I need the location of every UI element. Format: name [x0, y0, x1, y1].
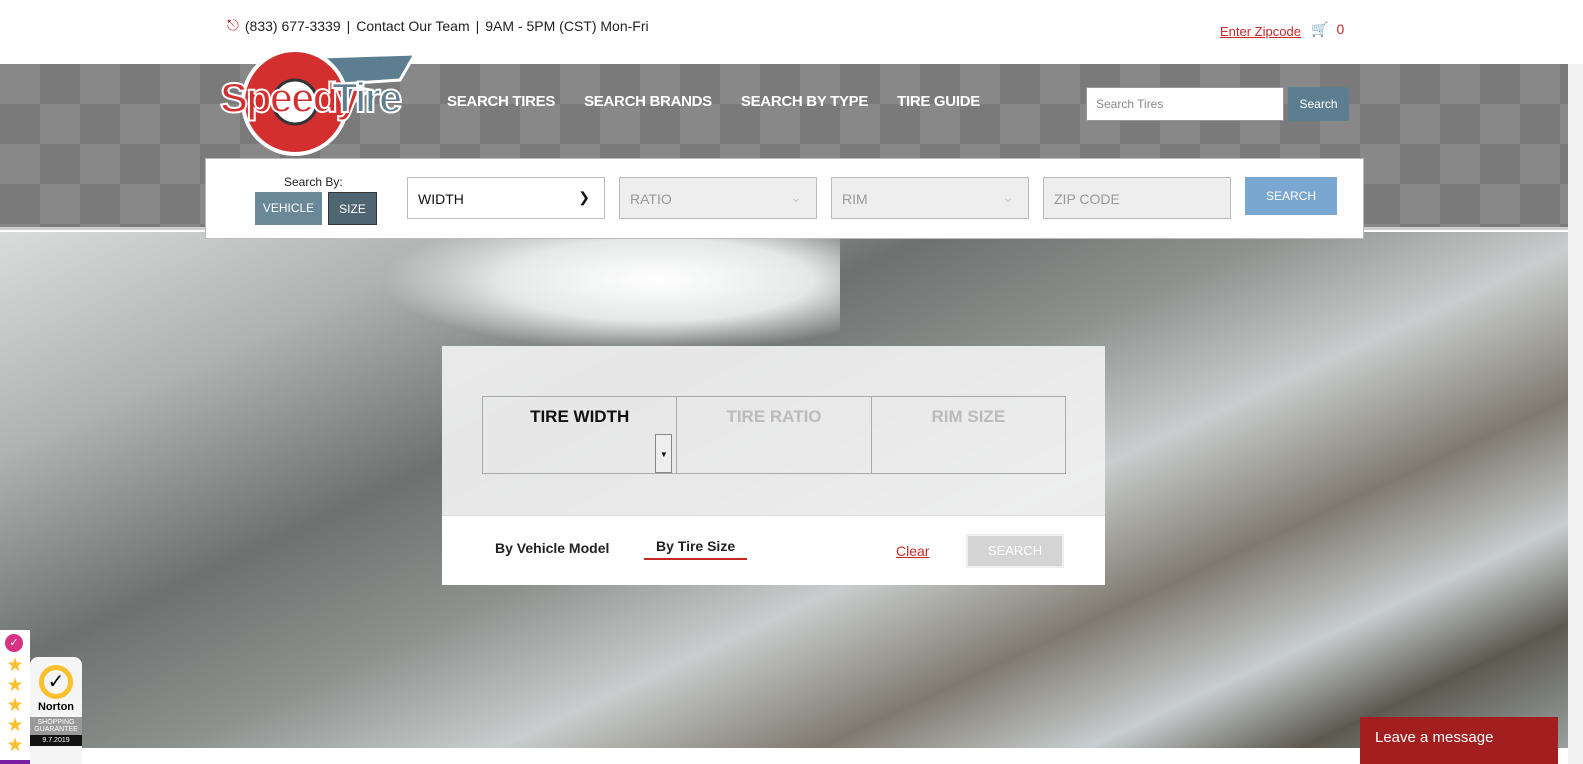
headset-icon: ⎋	[227, 17, 239, 34]
nav-search-brands[interactable]: SEARCH BRANDS	[584, 93, 712, 110]
rim-select[interactable]: RIM ⌄	[831, 177, 1029, 219]
size-button[interactable]: SIZE	[328, 192, 377, 225]
check-icon: ✓	[5, 634, 23, 652]
norton-badge[interactable]: ✓ Norton SHOPPING GUARANTEE 9.7.2019	[30, 657, 82, 764]
cart-button[interactable]: 🛒 0	[1311, 21, 1344, 38]
nav-search-tires[interactable]: SEARCH TIRES	[447, 93, 555, 110]
chevron-down-icon: ❯	[578, 189, 590, 205]
nav-search-by-type[interactable]: SEARCH BY TYPE	[741, 93, 869, 110]
norton-guarantee: SHOPPING GUARANTEE	[30, 717, 82, 735]
norton-date: 9.7.2019	[30, 735, 82, 746]
size-selector: TIRE WIDTH ▼ TIRE RATIO RIM SIZE	[482, 396, 1066, 474]
header-search-button[interactable]: Search	[1288, 87, 1349, 121]
logo[interactable]: Speedy Tire	[220, 50, 420, 158]
rim-size-cell[interactable]: RIM SIZE	[872, 397, 1065, 473]
phone-number[interactable]: (833) 677-3339	[245, 18, 341, 34]
cart-count: 0	[1336, 21, 1345, 37]
car-image	[380, 232, 840, 352]
contact-info: ⎋ (833) 677-3339 | Contact Our Team | 9A…	[227, 17, 649, 34]
search-by-label: Search By:	[284, 175, 343, 189]
ratio-value: RATIO	[630, 191, 672, 207]
size-search-bar: Search By: VEHICLE SIZE WIDTH ❯ RATIO ⌄ RI…	[205, 158, 1364, 239]
tire-width-cell[interactable]: TIRE WIDTH ▼	[483, 397, 678, 473]
header-search-input[interactable]: Search Tires	[1086, 87, 1284, 121]
norton-check-icon: ✓	[39, 665, 73, 699]
dropdown-arrow-icon[interactable]: ▼	[655, 434, 673, 473]
rating-badge[interactable]: ✓ ★ ★ ★ ★ ★	[0, 630, 30, 764]
rim-size-label: RIM SIZE	[931, 407, 1006, 426]
tire-width-label: TIRE WIDTH	[530, 407, 630, 426]
tire-ratio-cell[interactable]: TIRE RATIO	[677, 397, 872, 473]
enter-zipcode-link[interactable]: Enter Zipcode	[1220, 24, 1301, 39]
clear-link[interactable]: Clear	[896, 543, 929, 559]
panel-search-button[interactable]: SEARCH	[966, 534, 1064, 568]
panel-footer: By Vehicle Model By Tire Size Clear SEAR…	[442, 515, 1105, 585]
width-select[interactable]: WIDTH ❯	[407, 177, 605, 219]
main-nav: SEARCH TIRES SEARCH BRANDS SEARCH BY TYP…	[447, 93, 980, 110]
cart-icon: 🛒	[1311, 21, 1329, 37]
tab-by-vehicle-model[interactable]: By Vehicle Model	[495, 540, 609, 556]
scrollbar[interactable]	[1568, 64, 1583, 764]
tire-size-panel: TIRE WIDTH ▼ TIRE RATIO RIM SIZE By Vehic…	[442, 346, 1105, 585]
zip-code-input[interactable]: ZIP CODE	[1043, 177, 1231, 219]
leave-message-button[interactable]: Leave a message	[1360, 717, 1558, 764]
star-icons: ★ ★ ★ ★ ★	[6, 655, 24, 756]
width-value: WIDTH	[418, 191, 464, 207]
norton-brand: Norton	[37, 701, 75, 713]
chevron-down-icon: ⌄	[1002, 189, 1014, 205]
vehicle-button[interactable]: VEHICLE	[255, 192, 322, 225]
hours: 9AM - 5PM (CST) Mon-Fri	[485, 17, 649, 34]
separator: |	[346, 17, 351, 34]
contact-link[interactable]: Contact Our Team	[356, 18, 469, 34]
tab-by-tire-size[interactable]: By Tire Size	[644, 538, 748, 560]
svg-text:Tire: Tire	[332, 74, 401, 121]
separator: |	[475, 17, 480, 34]
ratio-select[interactable]: RATIO ⌄	[619, 177, 817, 219]
chevron-down-icon: ⌄	[790, 189, 802, 205]
nav-tire-guide[interactable]: TIRE GUIDE	[897, 93, 980, 110]
tire-ratio-label: TIRE RATIO	[726, 407, 822, 426]
rim-value: RIM	[842, 191, 868, 207]
size-search-button[interactable]: SEARCH	[1245, 177, 1337, 215]
